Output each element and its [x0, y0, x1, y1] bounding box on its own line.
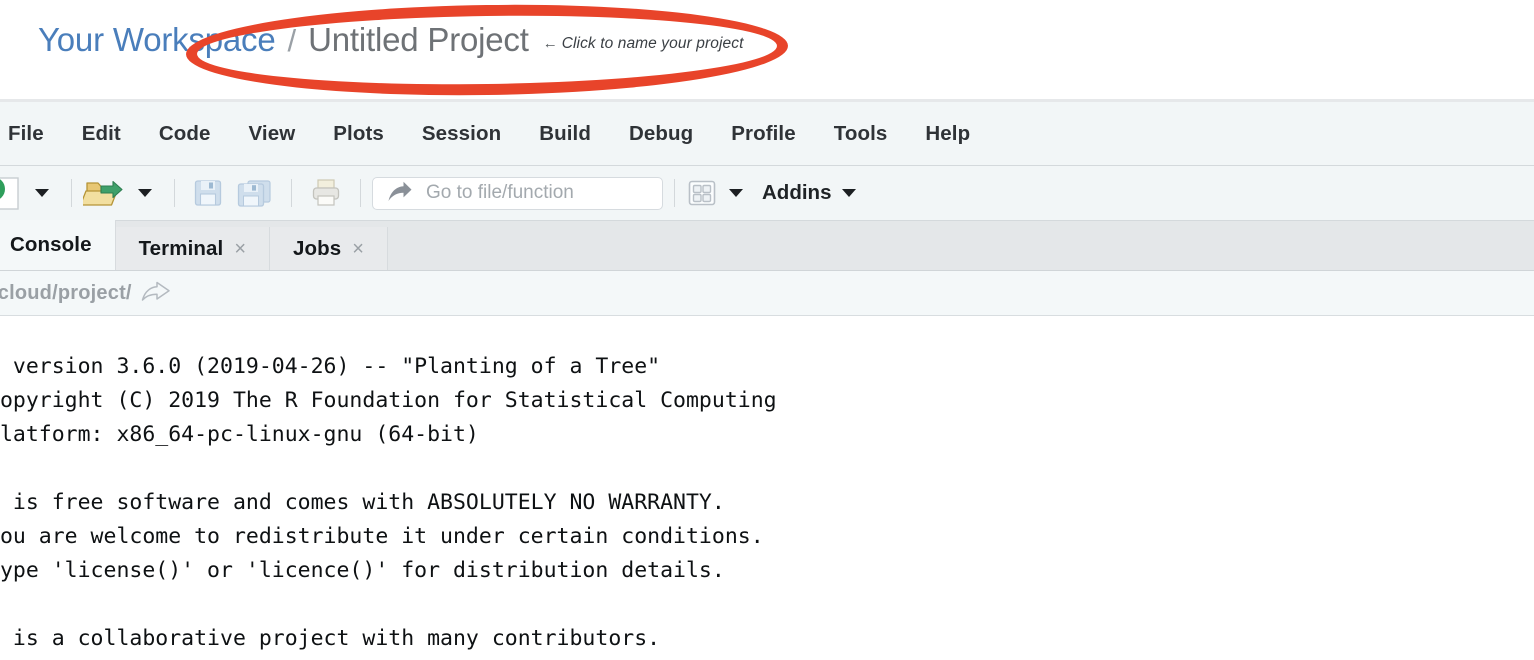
- tab-jobs-close-icon[interactable]: ×: [352, 239, 364, 259]
- breadcrumb-workspace-link[interactable]: Your Workspace: [38, 21, 276, 59]
- toolbar-divider: [360, 179, 361, 207]
- console-line: Platform: x86_64-pc-linux-gnu (64-bit): [0, 422, 479, 447]
- menu-bar: File Edit Code View Plots Session Build …: [0, 99, 1534, 166]
- project-name-hint-label: Click to name your project: [561, 35, 744, 52]
- console-line: Copyright (C) 2019 The R Foundation for …: [0, 388, 777, 413]
- goto-file-function-placeholder: Go to file/function: [426, 182, 574, 203]
- tab-console-label: Console: [10, 233, 92, 256]
- print-button[interactable]: [310, 174, 342, 212]
- open-file-dropdown-caret[interactable]: [138, 189, 152, 197]
- console-output[interactable]: R version 3.6.0 (2019-04-26) -- "Plantin…: [0, 316, 1534, 660]
- save-button[interactable]: [193, 174, 223, 212]
- menu-item-build[interactable]: Build: [520, 122, 610, 146]
- console-line: You are welcome to redistribute it under…: [0, 524, 764, 549]
- pane-layout-icon: [688, 180, 716, 206]
- tab-jobs[interactable]: Jobs ×: [270, 227, 388, 270]
- menu-item-edit[interactable]: Edit: [63, 122, 140, 146]
- menu-item-plots[interactable]: Plots: [314, 122, 403, 146]
- toolbar-divider: [174, 179, 175, 207]
- toolbar-divider: [674, 179, 675, 207]
- console-pane-tabstrip: Console Terminal × Jobs ×: [0, 220, 1534, 271]
- addins-dropdown-caret[interactable]: [842, 189, 857, 197]
- cloud-header: Your Workspace / Untitled Project ← Click…: [0, 0, 1534, 100]
- arrow-left-icon: ←: [542, 35, 558, 52]
- save-all-button[interactable]: [237, 174, 273, 212]
- navigate-arrow-icon: [388, 181, 412, 201]
- popout-arrow-icon[interactable]: [141, 281, 171, 305]
- console-line: R is a collaborative project with many c…: [0, 626, 661, 651]
- new-file-button[interactable]: [0, 174, 24, 212]
- menu-item-tools[interactable]: Tools: [815, 122, 907, 146]
- project-name-hint: ← Click to name your project: [543, 35, 744, 53]
- menu-item-help[interactable]: Help: [906, 122, 989, 146]
- new-file-icon: [0, 177, 19, 210]
- tab-jobs-label: Jobs: [293, 236, 342, 260]
- save-all-icon: [237, 180, 271, 207]
- open-folder-icon: [83, 180, 123, 206]
- rstudio-cloud-window: Your Workspace / Untitled Project ← Click…: [0, 0, 1534, 660]
- open-file-button[interactable]: [83, 174, 127, 212]
- console-line: Type 'license()' or 'licence()' for dist…: [0, 558, 725, 583]
- breadcrumb: Your Workspace / Untitled Project ← Click…: [38, 21, 743, 65]
- toolbar-divider: [71, 179, 72, 207]
- menu-item-code[interactable]: Code: [140, 122, 230, 146]
- menu-item-session[interactable]: Session: [403, 122, 520, 146]
- addins-button[interactable]: Addins: [762, 181, 831, 205]
- tabstrip-filler: [387, 227, 1534, 270]
- menu-item-view[interactable]: View: [230, 122, 315, 146]
- project-title[interactable]: Untitled Project: [308, 21, 529, 59]
- main-toolbar: Go to file/function Addins: [0, 166, 1534, 221]
- working-directory-path[interactable]: /cloud/project/: [0, 282, 132, 305]
- console-path-bar: /cloud/project/: [0, 271, 1534, 316]
- new-file-dropdown-caret[interactable]: [35, 189, 49, 197]
- toolbar-divider: [291, 179, 292, 207]
- save-icon: [194, 180, 222, 206]
- tab-terminal-close-icon[interactable]: ×: [234, 239, 246, 259]
- console-line: R is free software and comes with ABSOLU…: [0, 490, 725, 515]
- console-line: R version 3.6.0 (2019-04-26) -- "Plantin…: [0, 354, 661, 379]
- pane-layout-button[interactable]: [686, 174, 718, 212]
- print-icon: [312, 179, 340, 206]
- tab-terminal-label: Terminal: [138, 236, 224, 260]
- tab-terminal[interactable]: Terminal ×: [115, 227, 270, 270]
- pane-layout-dropdown-caret[interactable]: [729, 189, 743, 197]
- menu-item-debug[interactable]: Debug: [610, 122, 712, 146]
- breadcrumb-separator: /: [287, 23, 297, 58]
- menu-item-profile[interactable]: Profile: [712, 122, 815, 146]
- tab-console[interactable]: Console: [0, 220, 116, 270]
- goto-file-function-input[interactable]: Go to file/function: [372, 176, 663, 210]
- menu-item-file[interactable]: File: [0, 122, 63, 146]
